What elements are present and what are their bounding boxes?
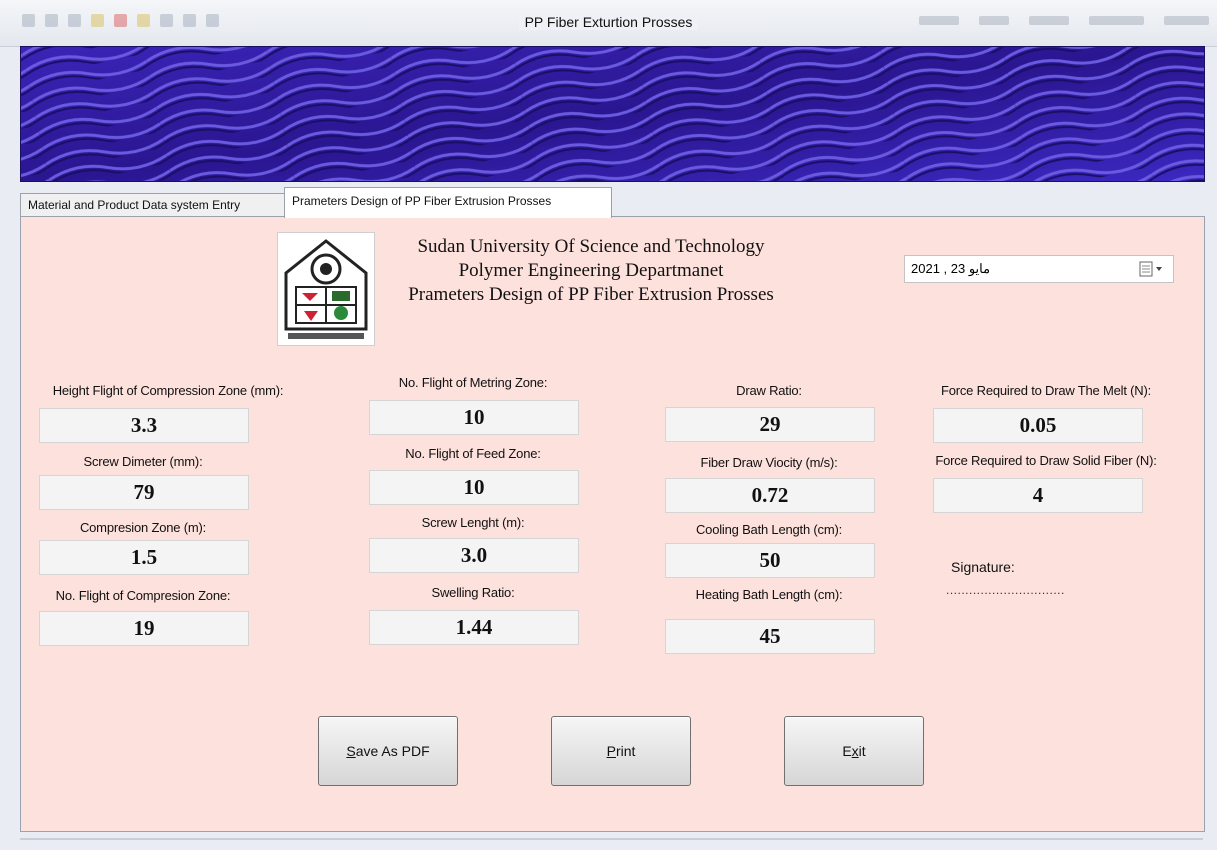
- screw-diameter-value: 79: [39, 475, 249, 510]
- university-name: Sudan University Of Science and Technolo…: [417, 236, 765, 257]
- print-button[interactable]: Print: [551, 716, 691, 786]
- force-solid-value: 4: [933, 478, 1143, 513]
- swelling-ratio-value: 1.44: [369, 610, 579, 645]
- height-flight-compression-value: 3.3: [39, 408, 249, 443]
- draw-ratio-value: 29: [665, 407, 875, 442]
- university-logo: [277, 232, 375, 346]
- date-value: مايو 23 , 2021: [911, 261, 991, 276]
- compression-zone-label: Compresion Zone (m):: [79, 520, 207, 535]
- save-as-pdf-button[interactable]: Save As PDF: [318, 716, 458, 786]
- exit-button[interactable]: Exit: [784, 716, 924, 786]
- window-bottom-edge: [20, 838, 1203, 840]
- force-melt-value: 0.05: [933, 408, 1143, 443]
- draw-ratio-label: Draw Ratio:: [736, 383, 802, 398]
- force-melt-label: Force Required to Draw The Melt (N):: [940, 383, 1152, 398]
- cooling-bath-value: 50: [665, 543, 875, 578]
- background-ribbon-styles: [919, 16, 1209, 25]
- force-solid-label: Force Required to Draw Solid Fiber (N):: [935, 453, 1157, 468]
- flights-feed-value: 10: [369, 470, 579, 505]
- report-header: Sudan University Of Science and Technolo…: [381, 235, 801, 307]
- flights-compression-label: No. Flight of Compresion Zone:: [55, 588, 231, 603]
- report-title: Prameters Design of PP Fiber Extrusion P…: [408, 284, 774, 305]
- tab-panel: Sudan University Of Science and Technolo…: [20, 216, 1205, 832]
- tab-material-product-data[interactable]: Material and Product Data system Entry: [20, 193, 294, 217]
- cooling-bath-label: Cooling Bath Length (cm):: [695, 522, 843, 537]
- date-picker[interactable]: مايو 23 , 2021: [904, 255, 1174, 283]
- height-flight-compression-label: Height Flight of Compression Zone (mm):: [52, 383, 284, 398]
- swelling-ratio-label: Swelling Ratio:: [431, 585, 515, 600]
- compression-zone-value: 1.5: [39, 540, 249, 575]
- signature-line: ...............................: [946, 583, 1065, 597]
- heating-bath-value: 45: [665, 619, 875, 654]
- fiber-draw-velocity-label: Fiber Draw Viocity (m/s):: [700, 455, 838, 470]
- flights-feed-label: No. Flight of Feed Zone:: [405, 446, 541, 461]
- screw-length-label: Screw Lenght (m):: [421, 515, 525, 530]
- title-bar: PP Fiber Exturtion Prosses: [0, 0, 1217, 47]
- calendar-dropdown-icon[interactable]: [1137, 260, 1167, 278]
- flights-compression-value: 19: [39, 611, 249, 646]
- wave-pattern: [21, 47, 1204, 181]
- heating-bath-label: Heating Bath Length (cm):: [695, 587, 843, 602]
- screw-length-value: 3.0: [369, 538, 579, 573]
- flights-metering-value: 10: [369, 400, 579, 435]
- fiber-draw-velocity-value: 0.72: [665, 478, 875, 513]
- flights-metering-label: No. Flight of Metring Zone:: [398, 375, 548, 390]
- department-name: Polymer Engineering Departmanet: [458, 260, 724, 281]
- signature-label: Signature:: [951, 559, 1015, 575]
- wave-banner: [20, 46, 1205, 182]
- tab-parameters-design[interactable]: Prameters Design of PP Fiber Extrusion P…: [284, 187, 612, 218]
- screw-diameter-label: Screw Dimeter (mm):: [83, 454, 203, 469]
